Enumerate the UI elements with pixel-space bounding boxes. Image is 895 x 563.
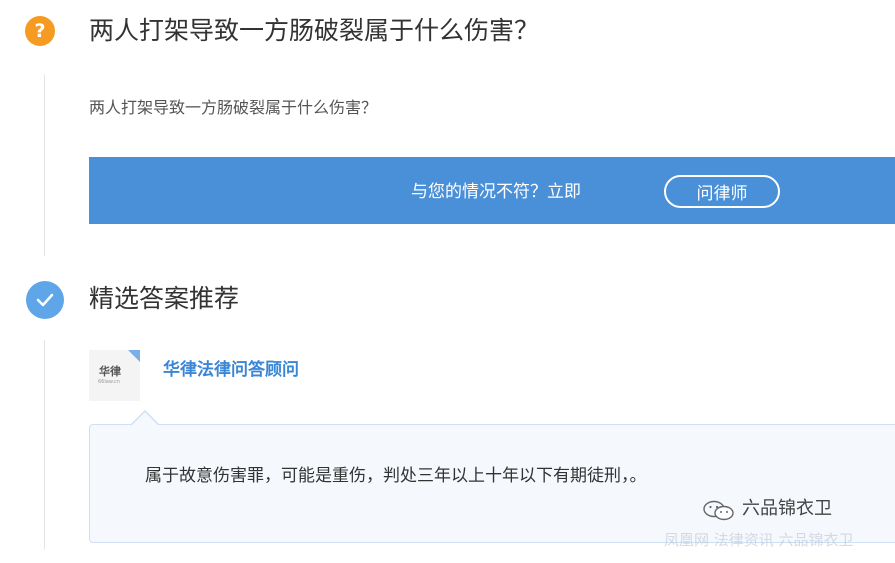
question-title: 两人打架导致一方肠破裂属于什么伤害？ — [89, 16, 540, 45]
question-icon: ? — [25, 16, 55, 46]
avatar-logo-subtext: 66law.cn — [98, 379, 120, 385]
ask-lawyer-button[interactable]: 问律师 — [664, 175, 780, 208]
timeline-divider — [44, 74, 45, 256]
watermark-subtext: 凤凰网 法律资讯 六品锦衣卫 — [664, 531, 854, 549]
answer-text: 属于故意伤害罪，可能是重伤，判处三年以上十年以下有期徒刑，。 — [145, 466, 647, 486]
question-body: 两人打架导致一方肠破裂属于什么伤害？ — [89, 98, 378, 117]
avatar-logo-text: 华律 — [99, 365, 121, 378]
watermark-name: 六品锦衣卫 — [742, 498, 832, 519]
timeline-divider-answer — [44, 340, 45, 550]
wechat-icon — [702, 500, 736, 526]
answer-section-title: 精选答案推荐 — [89, 284, 240, 313]
check-icon — [26, 281, 64, 319]
avatar-corner-badge — [128, 350, 140, 362]
consultant-name-link[interactable]: 华律法律问答顾问 — [163, 358, 299, 382]
answer-box-pointer-fill — [132, 412, 158, 425]
avatar[interactable]: 华律 66law.cn — [89, 350, 140, 401]
banner-text: 与您的情况不符？立即 — [411, 182, 581, 202]
